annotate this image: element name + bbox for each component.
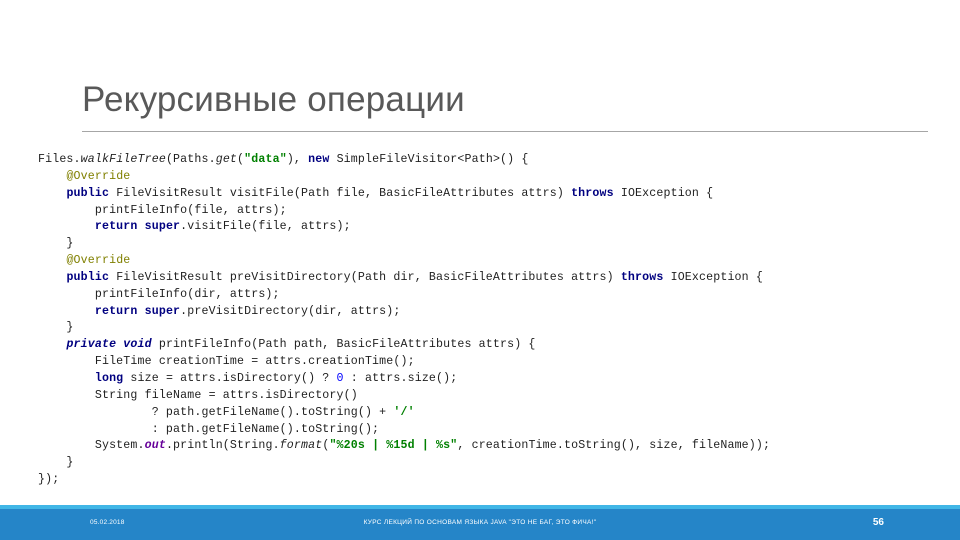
code-token-pln bbox=[38, 170, 66, 183]
code-token-pln: String fileName = attrs.isDirectory() bbox=[38, 388, 358, 402]
title-block: Рекурсивные операции bbox=[82, 78, 928, 132]
code-token-kwi: private void bbox=[66, 338, 152, 352]
code-line: } bbox=[38, 455, 938, 472]
code-line: long size = attrs.isDirectory() ? 0 : at… bbox=[38, 371, 938, 388]
code-token-kw: return bbox=[94, 220, 138, 234]
code-line: return super.visitFile(file, attrs); bbox=[38, 219, 938, 236]
code-token-pln: } bbox=[38, 456, 74, 470]
code-token-pln: .println(String. bbox=[165, 439, 280, 453]
code-token-kw: super bbox=[144, 220, 181, 234]
code-token-kw: long bbox=[94, 371, 124, 385]
code-token-pln: IOException { bbox=[663, 270, 763, 284]
page-title: Рекурсивные операции bbox=[82, 80, 465, 119]
code-line: public FileVisitResult visitFile(Path fi… bbox=[38, 186, 938, 203]
code-token-pln bbox=[138, 220, 145, 233]
code-token-kw: public bbox=[66, 270, 110, 284]
code-token-str: "data" bbox=[244, 153, 287, 166]
code-token-pln: FileTime creationTime = attrs.creationTi… bbox=[38, 355, 415, 369]
slide-footer: 05.02.2018 КУРС ЛЕКЦИЙ ПО ОСНОВАМ ЯЗЫКА … bbox=[0, 505, 960, 540]
code-token-pln bbox=[38, 372, 95, 385]
code-line: }); bbox=[38, 472, 938, 489]
code-token-mth: walkFileTree bbox=[80, 153, 166, 166]
code-line: ? path.getFileName().toString() + '/' bbox=[38, 405, 938, 422]
code-token-pln: System. bbox=[38, 439, 145, 453]
code-token-pln: printFileInfo(dir, attrs); bbox=[38, 287, 280, 301]
code-token-pln bbox=[38, 338, 66, 351]
code-token-pln: IOException { bbox=[613, 186, 714, 200]
code-token-pln: size = attrs.isDirectory() ? bbox=[123, 371, 337, 385]
code-token-pln: printFileInfo(file, attrs); bbox=[38, 203, 287, 217]
code-token-pln: ? path.getFileName().toString() + bbox=[38, 405, 394, 419]
code-token-kw: new bbox=[308, 153, 330, 166]
code-token-kw: throws bbox=[571, 186, 614, 200]
code-line: return super.preVisitDirectory(dir, attr… bbox=[38, 304, 938, 321]
code-token-pln: } bbox=[38, 321, 74, 335]
code-token-pln: Files. bbox=[38, 153, 81, 166]
code-token-pln: , creationTime.toString(), size, fileNam… bbox=[457, 439, 771, 453]
code-token-pln: printFileInfo(Path path, BasicFileAttrib… bbox=[151, 338, 536, 352]
code-token-pln bbox=[38, 254, 66, 267]
code-token-pln bbox=[38, 305, 95, 318]
code-line: } bbox=[38, 320, 938, 337]
code-line: String fileName = attrs.isDirectory() bbox=[38, 388, 938, 405]
code-token-pln: FileVisitResult preVisitDirectory(Path d… bbox=[109, 270, 621, 284]
code-token-pln bbox=[38, 187, 66, 200]
code-token-kw: throws bbox=[620, 270, 664, 284]
code-token-pln: SimpleFileVisitor<Path>() { bbox=[329, 153, 529, 166]
code-token-pln: .visitFile(file, attrs); bbox=[180, 220, 351, 234]
footer-course-title: КУРС ЛЕКЦИЙ ПО ОСНОВАМ ЯЗЫКА JAVA "ЭТО Н… bbox=[363, 519, 597, 526]
slide-canvas: Рекурсивные операции Files.walkFileTree(… bbox=[0, 0, 960, 540]
code-token-kw: super bbox=[144, 304, 181, 318]
code-listing: Files.walkFileTree(Paths.get("data"), ne… bbox=[38, 152, 938, 489]
code-line: } bbox=[38, 236, 938, 253]
code-line: System.out.println(String.format("%20s |… bbox=[38, 438, 938, 455]
code-line: private void printFileInfo(Path path, Ba… bbox=[38, 337, 938, 354]
code-token-pln: } bbox=[38, 237, 74, 251]
code-token-pln bbox=[38, 271, 66, 284]
code-token-mth: get bbox=[215, 153, 238, 166]
code-token-mth: format bbox=[279, 439, 323, 453]
code-line: printFileInfo(file, attrs); bbox=[38, 203, 938, 220]
code-token-num: 0 bbox=[336, 371, 344, 385]
code-token-pln: FileVisitResult visitFile(Path file, Bas… bbox=[109, 186, 572, 200]
code-line: public FileVisitResult preVisitDirectory… bbox=[38, 270, 938, 287]
code-token-pln: }); bbox=[38, 473, 60, 487]
code-line: @Override bbox=[38, 253, 938, 270]
title-divider bbox=[82, 131, 928, 132]
code-token-pln: : path.getFileName().toString(); bbox=[38, 422, 380, 436]
code-line: @Override bbox=[38, 169, 938, 186]
code-token-str: "%20s | %15d | %s" bbox=[329, 439, 458, 453]
code-line: Files.walkFileTree(Paths.get("data"), ne… bbox=[38, 152, 938, 169]
code-line: FileTime creationTime = attrs.creationTi… bbox=[38, 354, 938, 371]
code-token-ann: @Override bbox=[66, 169, 131, 183]
slide-number: 56 bbox=[872, 517, 884, 528]
code-token-fld: out bbox=[144, 439, 166, 453]
code-token-str: '/' bbox=[393, 405, 415, 419]
code-line: printFileInfo(dir, attrs); bbox=[38, 287, 938, 304]
code-token-ann: @Override bbox=[66, 254, 131, 268]
code-token-pln: (Paths. bbox=[165, 153, 216, 166]
code-token-pln: .preVisitDirectory(dir, attrs); bbox=[180, 304, 401, 318]
code-token-kw: public bbox=[66, 186, 110, 200]
code-line: : path.getFileName().toString(); bbox=[38, 422, 938, 439]
code-token-pln: ), bbox=[286, 153, 309, 166]
code-token-pln: : attrs.size(); bbox=[343, 371, 458, 385]
code-token-kw: return bbox=[94, 304, 138, 318]
code-token-pln bbox=[138, 305, 145, 318]
code-token-pln bbox=[38, 220, 95, 233]
